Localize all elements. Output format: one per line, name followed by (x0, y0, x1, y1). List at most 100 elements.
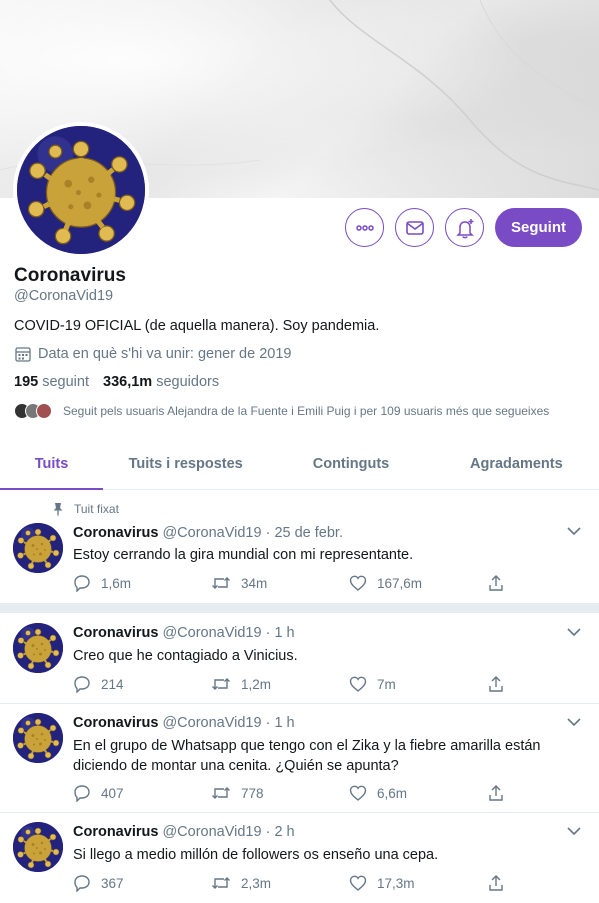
calendar-icon (15, 347, 31, 362)
heart-icon (349, 676, 367, 692)
tweet-header: Coronavirus @CoronaVid19 · 25 de febr. (73, 525, 343, 541)
following-button[interactable]: Seguint (495, 208, 582, 247)
profile-name: Coronavirus (14, 265, 126, 286)
reply-count: 367 (101, 875, 124, 891)
retweet-icon (212, 577, 230, 589)
heart-icon (349, 575, 367, 591)
retweet-count: 2,3m (241, 875, 272, 891)
retweet-icon (212, 787, 230, 799)
tweet-meta: @CoronaVid19 · 1 h (162, 625, 295, 641)
chevron-down-icon[interactable] (567, 526, 581, 536)
reply-button[interactable]: 214 (73, 675, 211, 693)
reply-button[interactable]: 407 (73, 784, 211, 802)
share-icon (489, 575, 503, 591)
tweet-actions: 367 2,3m 17,3m (73, 874, 505, 892)
retweet-count: 34m (241, 575, 268, 591)
like-count: 7m (377, 676, 396, 692)
followed-by-text: Seguit pels usuaris Alejandra de la Fuen… (63, 404, 550, 418)
reply-count: 214 (101, 676, 124, 692)
tab-media[interactable]: Continguts (268, 438, 433, 489)
share-button[interactable] (487, 874, 505, 892)
profile-bio: COVID-19 OFICIAL (de aquella manera). So… (14, 318, 380, 334)
profile-avatar[interactable] (13, 122, 149, 258)
tweet-author[interactable]: Coronavirus (73, 715, 158, 731)
share-icon (489, 785, 503, 801)
followed-by[interactable]: Seguit pels usuaris Alejandra de la Fuen… (14, 403, 549, 419)
tweet-author[interactable]: Coronavirus (73, 525, 158, 541)
like-button[interactable]: 6,6m (349, 784, 487, 802)
like-button[interactable]: 167,6m (349, 574, 487, 592)
following-link[interactable]: 195 seguint (14, 374, 89, 390)
retweet-count: 1,2m (241, 676, 272, 692)
reply-button[interactable]: 1,6m (73, 574, 211, 592)
chevron-down-icon[interactable] (567, 826, 581, 836)
like-count: 17,3m (377, 875, 415, 891)
heart-icon (349, 875, 367, 891)
share-button[interactable] (487, 675, 505, 693)
reply-icon (74, 875, 90, 892)
pin-icon (53, 503, 63, 516)
reply-icon (74, 575, 90, 592)
chevron-down-icon[interactable] (567, 627, 581, 637)
retweet-button[interactable]: 1,2m (211, 675, 349, 693)
tweet-actions: 214 1,2m 7m (73, 675, 505, 693)
divider (0, 812, 599, 813)
like-count: 6,6m (377, 785, 408, 801)
avatar[interactable] (13, 713, 63, 763)
tweet-author[interactable]: Coronavirus (73, 625, 158, 641)
bell-plus-icon (455, 218, 474, 238)
tweet-actions: 407 778 6,6m (73, 784, 505, 802)
retweet-icon (212, 877, 230, 889)
share-icon (489, 875, 503, 891)
heart-icon (349, 785, 367, 801)
share-icon (489, 676, 503, 692)
tweet-header: Coronavirus @CoronaVid19 · 1 h (73, 625, 295, 641)
more-button[interactable] (345, 208, 384, 247)
pinned-indicator: Tuit fixat (52, 502, 119, 516)
retweet-button[interactable]: 778 (211, 784, 349, 802)
divider (0, 703, 599, 704)
profile-actions: Seguint (345, 208, 582, 247)
tweet-text: Creo que he contagiado a Vinicius. (73, 648, 298, 664)
avatar[interactable] (13, 822, 63, 872)
followers-link[interactable]: 336,1m seguidors (103, 374, 219, 390)
tab-tweets-replies[interactable]: Tuits i respostes (103, 438, 268, 489)
tweet-text: Estoy cerrando la gira mundial con mi re… (73, 547, 414, 563)
like-button[interactable]: 7m (349, 675, 487, 693)
tweet-actions: 1,6m 34m 167,6m (73, 574, 505, 592)
joined-text: Data en què s'hi va unir: gener de 2019 (38, 346, 292, 362)
tweet-meta: @CoronaVid19 · 2 h (162, 824, 295, 840)
avatar[interactable] (13, 523, 63, 573)
tab-tweets[interactable]: Tuits (0, 438, 103, 490)
reply-count: 1,6m (101, 575, 132, 591)
follower-avatars (14, 403, 52, 419)
reply-button[interactable]: 367 (73, 874, 211, 892)
chevron-down-icon[interactable] (567, 717, 581, 727)
tweet-author[interactable]: Coronavirus (73, 824, 158, 840)
tweet-header: Coronavirus @CoronaVid19 · 1 h (73, 715, 295, 731)
retweet-icon (212, 678, 230, 690)
share-button[interactable] (487, 784, 505, 802)
message-button[interactable] (395, 208, 434, 247)
profile-handle: @CoronaVid19 (14, 288, 114, 304)
reply-icon (74, 785, 90, 802)
more-icon (355, 224, 374, 231)
share-button[interactable] (487, 574, 505, 592)
tab-likes[interactable]: Agradaments (434, 438, 599, 489)
tweet-text: En el grupo de Whatsapp que tengo con el… (73, 738, 541, 774)
tweet-header: Coronavirus @CoronaVid19 · 2 h (73, 824, 295, 840)
avatar[interactable] (13, 623, 63, 673)
section-divider (0, 603, 599, 613)
joined-date: Data en què s'hi va unir: gener de 2019 (14, 345, 291, 363)
retweet-button[interactable]: 2,3m (211, 874, 349, 892)
notify-button[interactable] (445, 208, 484, 247)
profile-tabs: Tuits Tuits i respostes Continguts Agrad… (0, 438, 599, 490)
like-button[interactable]: 17,3m (349, 874, 487, 892)
pinned-label: Tuit fixat (74, 502, 119, 516)
like-count: 167,6m (377, 575, 423, 591)
retweet-count: 778 (241, 785, 264, 801)
retweet-button[interactable]: 34m (211, 574, 349, 592)
follow-counts: 195 seguint 336,1m seguidors (14, 374, 219, 390)
avatar (36, 403, 52, 419)
envelope-icon (405, 220, 424, 235)
